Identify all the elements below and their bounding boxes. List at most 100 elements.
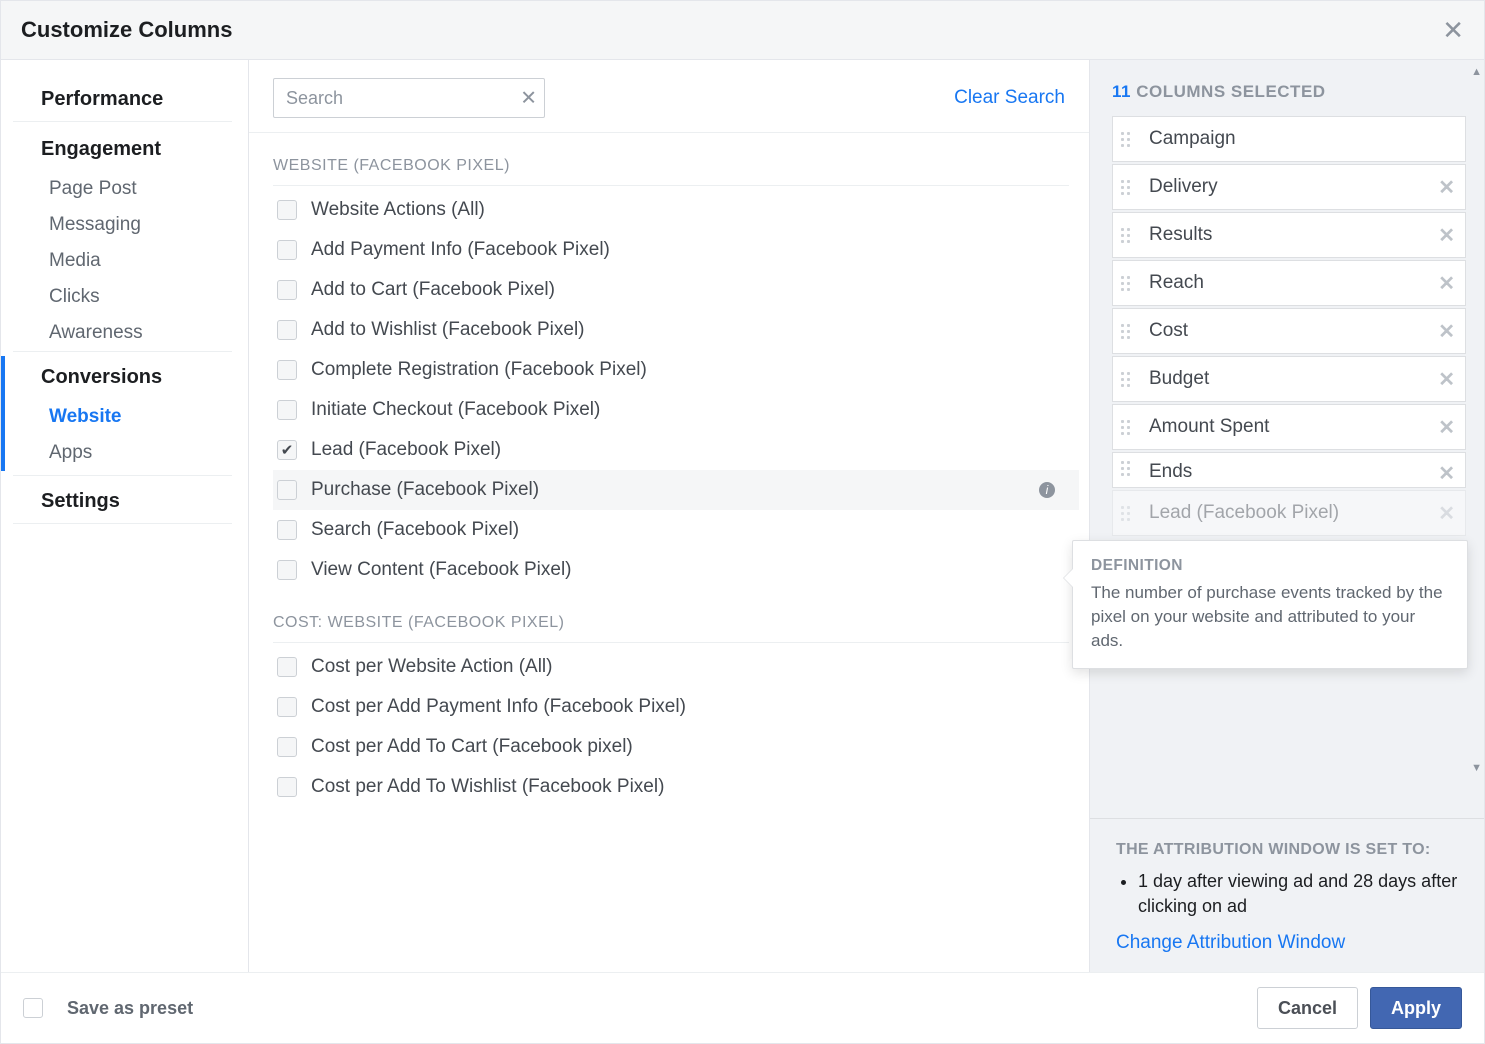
sidebar-item-messaging[interactable]: Messaging xyxy=(1,207,248,243)
scroll-down-icon[interactable]: ▼ xyxy=(1471,762,1482,774)
remove-chip-icon[interactable]: ✕ xyxy=(1438,319,1455,344)
selected-scroll: 11 COLUMNS SELECTED CampaignDelivery✕Res… xyxy=(1090,60,1484,818)
metric-label: Cost per Add Payment Info (Facebook Pixe… xyxy=(311,696,686,718)
metric-row[interactable]: Cost per Add Payment Info (Facebook Pixe… xyxy=(273,687,1079,727)
metric-label: Add Payment Info (Facebook Pixel) xyxy=(311,239,610,261)
sidebar-group-settings: Settings xyxy=(1,480,248,524)
sidebar-heading-conversions[interactable]: Conversions xyxy=(17,356,232,399)
drag-handle-icon[interactable] xyxy=(1121,324,1139,339)
remove-chip-icon[interactable]: ✕ xyxy=(1438,271,1455,296)
metric-row[interactable]: Website Actions (All) xyxy=(273,190,1079,230)
chip-label: Budget xyxy=(1149,368,1438,390)
metric-row[interactable]: Cost per Add To Cart (Facebook pixel) xyxy=(273,727,1079,767)
metric-row[interactable]: Add to Cart (Facebook Pixel) xyxy=(273,270,1079,310)
close-icon[interactable]: ✕ xyxy=(1442,17,1464,43)
selected-chip[interactable]: Budget✕ xyxy=(1112,356,1466,402)
chip-label: Delivery xyxy=(1149,176,1438,198)
metric-checkbox[interactable] xyxy=(277,200,297,220)
metric-row[interactable]: Complete Registration (Facebook Pixel) xyxy=(273,350,1079,390)
metric-checkbox[interactable] xyxy=(277,520,297,540)
metric-row[interactable]: View Content (Facebook Pixel) xyxy=(273,550,1079,590)
drag-handle-icon[interactable] xyxy=(1121,506,1139,521)
metric-checkbox[interactable] xyxy=(277,560,297,580)
remove-chip-icon[interactable]: ✕ xyxy=(1438,223,1455,248)
drag-handle-icon[interactable] xyxy=(1121,461,1139,476)
tooltip-heading: DEFINITION xyxy=(1091,557,1449,575)
sidebar-heading-engagement[interactable]: Engagement xyxy=(13,128,232,171)
selected-chip[interactable]: Ends✕ xyxy=(1112,452,1466,488)
search-row: ✕ Clear Search xyxy=(249,60,1089,133)
drag-handle-icon[interactable] xyxy=(1121,228,1139,243)
metric-row[interactable]: Initiate Checkout (Facebook Pixel) xyxy=(273,390,1079,430)
metric-checkbox[interactable] xyxy=(277,737,297,757)
metric-label: Initiate Checkout (Facebook Pixel) xyxy=(311,399,600,421)
clear-input-icon[interactable]: ✕ xyxy=(520,86,537,111)
metric-checkbox[interactable] xyxy=(277,240,297,260)
metric-row[interactable]: Cost per Website Action (All) xyxy=(273,647,1079,687)
metric-row[interactable]: Add Payment Info (Facebook Pixel) xyxy=(273,230,1079,270)
change-attribution-link[interactable]: Change Attribution Window xyxy=(1116,932,1345,953)
metric-row[interactable]: Search (Facebook Pixel) xyxy=(273,510,1079,550)
remove-chip-icon[interactable]: ✕ xyxy=(1438,415,1455,440)
metric-list[interactable]: WEBSITE (FACEBOOK PIXEL)Website Actions … xyxy=(249,133,1089,972)
metric-checkbox[interactable] xyxy=(277,280,297,300)
chip-label: Results xyxy=(1149,224,1438,246)
drag-handle-icon[interactable] xyxy=(1121,180,1139,195)
metric-label: Purchase (Facebook Pixel) xyxy=(311,479,539,501)
metric-row[interactable]: Cost per Add To Wishlist (Facebook Pixel… xyxy=(273,767,1079,807)
clear-search-link[interactable]: Clear Search xyxy=(954,87,1065,109)
sidebar-item-website[interactable]: Website xyxy=(5,399,248,435)
metric-checkbox[interactable] xyxy=(277,400,297,420)
remove-chip-icon[interactable]: ✕ xyxy=(1438,501,1455,526)
sidebar-heading-settings[interactable]: Settings xyxy=(13,480,232,524)
metric-label: Cost per Add To Wishlist (Facebook Pixel… xyxy=(311,776,664,798)
sidebar-item-media[interactable]: Media xyxy=(1,243,248,279)
metric-checkbox[interactable] xyxy=(277,777,297,797)
metric-checkbox[interactable] xyxy=(277,697,297,717)
chip-label: Ends xyxy=(1149,461,1438,483)
metric-row[interactable]: Purchase (Facebook Pixel) i xyxy=(273,470,1079,510)
info-icon[interactable]: i xyxy=(1039,482,1055,498)
remove-chip-icon[interactable]: ✕ xyxy=(1438,175,1455,200)
preset-checkbox[interactable] xyxy=(23,998,43,1018)
metric-row[interactable]: ✔Lead (Facebook Pixel) xyxy=(273,430,1079,470)
sidebar-item-apps[interactable]: Apps xyxy=(5,435,248,471)
drag-handle-icon[interactable] xyxy=(1121,276,1139,291)
save-as-preset[interactable]: Save as preset xyxy=(23,998,193,1019)
metric-label: Complete Registration (Facebook Pixel) xyxy=(311,359,647,381)
dialog-footer: Save as preset Cancel Apply xyxy=(1,972,1484,1043)
metric-checkbox[interactable]: ✔ xyxy=(277,440,297,460)
selected-chip[interactable]: Delivery✕ xyxy=(1112,164,1466,210)
apply-button[interactable]: Apply xyxy=(1370,987,1462,1029)
selected-count: 11 xyxy=(1112,82,1131,101)
metric-checkbox[interactable] xyxy=(277,657,297,677)
search-input[interactable] xyxy=(273,78,545,118)
customize-columns-dialog: Customize Columns ✕ Performance Engageme… xyxy=(0,0,1485,1044)
remove-chip-icon[interactable]: ✕ xyxy=(1438,461,1455,486)
drag-handle-icon[interactable] xyxy=(1121,132,1139,147)
selected-chip[interactable]: Amount Spent✕ xyxy=(1112,404,1466,450)
cancel-button[interactable]: Cancel xyxy=(1257,987,1358,1029)
metric-row[interactable]: Add to Wishlist (Facebook Pixel) xyxy=(273,310,1079,350)
selected-chip[interactable]: Lead (Facebook Pixel)✕ xyxy=(1112,490,1466,536)
selected-chip[interactable]: Reach✕ xyxy=(1112,260,1466,306)
drag-handle-icon[interactable] xyxy=(1121,420,1139,435)
metric-checkbox[interactable] xyxy=(277,320,297,340)
drag-handle-icon[interactable] xyxy=(1121,372,1139,387)
button-row: Cancel Apply xyxy=(1257,987,1462,1029)
metric-label: Website Actions (All) xyxy=(311,199,485,221)
sidebar-item-clicks[interactable]: Clicks xyxy=(1,279,248,315)
search-wrap: ✕ xyxy=(273,78,545,118)
metric-checkbox[interactable] xyxy=(277,480,297,500)
sidebar-item-page-post[interactable]: Page Post xyxy=(1,171,248,207)
dialog-header: Customize Columns ✕ xyxy=(1,1,1484,60)
remove-chip-icon[interactable]: ✕ xyxy=(1438,367,1455,392)
selected-chip[interactable]: Results✕ xyxy=(1112,212,1466,258)
selected-chip[interactable]: Cost✕ xyxy=(1112,308,1466,354)
sidebar-item-awareness[interactable]: Awareness xyxy=(1,315,248,351)
attribution-panel: THE ATTRIBUTION WINDOW IS SET TO: 1 day … xyxy=(1090,818,1484,972)
selected-chip[interactable]: Campaign xyxy=(1112,116,1466,162)
sidebar-heading-performance[interactable]: Performance xyxy=(13,78,232,122)
metric-checkbox[interactable] xyxy=(277,360,297,380)
sidebar-group-conversions: Conversions Website Apps xyxy=(1,356,248,471)
